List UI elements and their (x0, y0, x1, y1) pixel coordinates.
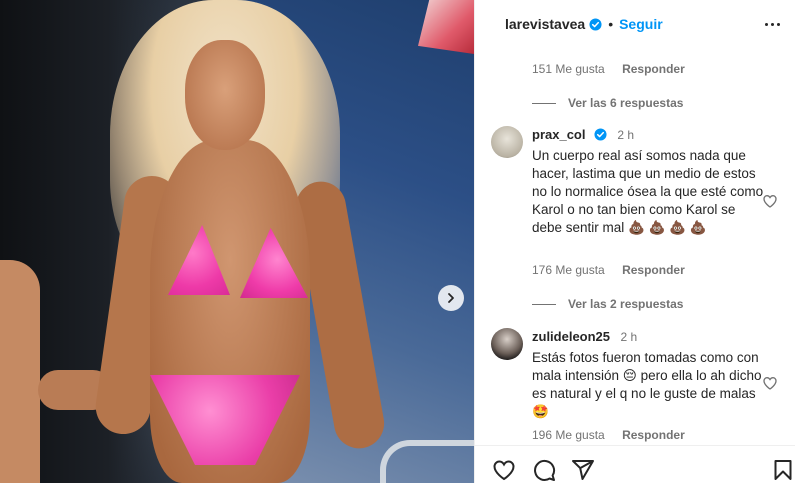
author-username[interactable]: larevistavea (505, 16, 585, 32)
heart-icon[interactable] (492, 458, 516, 482)
comment-username[interactable]: zulideleon25 (532, 329, 610, 344)
more-options-icon[interactable] (762, 14, 782, 34)
comment-likes[interactable]: 176 Me gusta (532, 263, 605, 277)
image-face (185, 40, 265, 150)
comment-username[interactable]: prax_col (532, 127, 585, 142)
view-replies-button-1[interactable]: Ver las 6 respuestas (532, 96, 683, 110)
comment-reply-button[interactable]: Responder (622, 263, 685, 277)
next-image-button[interactable] (438, 285, 464, 311)
avatar[interactable] (491, 328, 523, 360)
verified-badge-icon (594, 128, 607, 141)
post-header: larevistavea • Seguir (475, 0, 795, 48)
previous-comment-likes[interactable]: 151 Me gusta (532, 62, 605, 76)
avatar[interactable] (491, 126, 523, 158)
view-replies-button-2[interactable]: Ver las 2 respuestas (532, 297, 683, 311)
image-person-left (0, 260, 40, 483)
share-icon[interactable] (571, 458, 595, 482)
comment-item: zulideleon25 2 h Estás fotos fueron toma… (491, 328, 781, 428)
verified-badge-icon (589, 17, 602, 31)
heart-icon[interactable] (762, 193, 778, 209)
bookmark-icon[interactable] (771, 458, 795, 482)
comment-time: 2 h (617, 128, 635, 142)
comment-text: Estás fotos fueron tomadas como con mala… (532, 350, 762, 419)
follow-button[interactable]: Seguir (619, 16, 663, 32)
view-replies-label-1: Ver las 6 respuestas (568, 96, 684, 110)
comment-reply-button[interactable]: Responder (622, 428, 685, 442)
replies-divider-line (532, 102, 556, 104)
comment-meta: 176 Me gusta Responder (532, 263, 685, 277)
comment-item: prax_col 2 h Un cuerpo real así somos na… (491, 126, 781, 261)
view-replies-label-2: Ver las 2 respuestas (568, 297, 684, 311)
post-actions-bar (475, 445, 795, 483)
comment-likes[interactable]: 196 Me gusta (532, 428, 605, 442)
post-media-image (0, 0, 474, 483)
image-railing (380, 440, 474, 483)
comment-text: Un cuerpo real así somos nada que hacer,… (532, 148, 764, 235)
replies-divider-line (532, 303, 556, 305)
previous-comment-meta: 151 Me gusta Responder (532, 62, 685, 76)
comment-time: 2 h (620, 330, 638, 344)
post-side-panel: larevistavea • Seguir 151 Me gusta Respo… (474, 0, 795, 483)
comment-body: prax_col 2 h Un cuerpo real así somos na… (532, 126, 764, 237)
header-separator: • (608, 16, 614, 32)
heart-icon[interactable] (762, 375, 778, 391)
previous-comment-reply-button[interactable]: Responder (622, 62, 685, 76)
chevron-right-icon (448, 293, 454, 303)
comment-meta: 196 Me gusta Responder (532, 428, 685, 442)
comment-body: zulideleon25 2 h Estás fotos fueron toma… (532, 328, 764, 421)
comment-icon[interactable] (532, 458, 556, 482)
